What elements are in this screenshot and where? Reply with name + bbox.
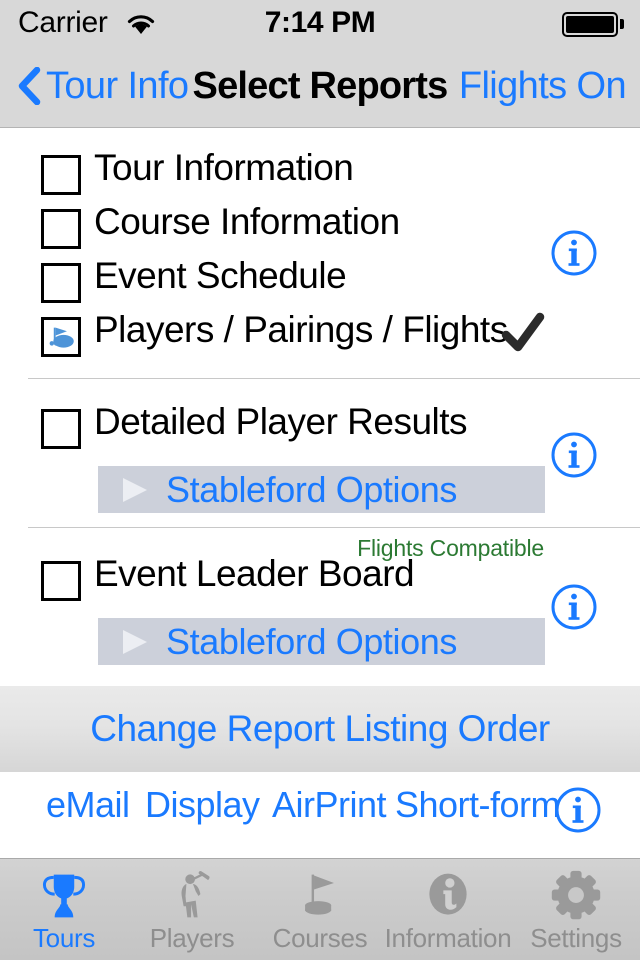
- report-row-event-schedule[interactable]: Event Schedule: [0, 255, 640, 313]
- info-circle-icon: [421, 867, 475, 925]
- clock-label: 7:14 PM: [264, 6, 376, 39]
- report-list: Tour Information Course Information Even…: [0, 129, 640, 689]
- battery-full-icon: [562, 12, 618, 37]
- nav-bar: Tour Info Select Reports Flights On: [0, 44, 640, 128]
- golfer-icon: [165, 867, 219, 925]
- app-screen: Carrier 7:14 PM Tour Info Select Reports…: [0, 0, 640, 960]
- report-label: Players / Pairings / Flights: [94, 309, 508, 350]
- flag-green-icon: [293, 867, 347, 925]
- checkbox-event-schedule[interactable]: [41, 263, 81, 303]
- airprint-button[interactable]: AirPrint: [272, 784, 387, 826]
- checkbox-detailed-player-results[interactable]: [41, 409, 81, 449]
- tab-information[interactable]: Information: [384, 859, 512, 960]
- section-separator-1: [28, 378, 640, 379]
- report-label: Course Information: [94, 201, 400, 242]
- tab-label: Information: [384, 923, 512, 953]
- report-row-event-leader-board[interactable]: Event Leader Board: [0, 553, 640, 611]
- golf-course-icon: [49, 327, 74, 348]
- stableford-options-button-1[interactable]: Stableford Options: [98, 466, 545, 513]
- checkbox-event-leader-board[interactable]: [41, 561, 81, 601]
- section-separator-2: [28, 527, 640, 528]
- tab-settings[interactable]: Settings: [512, 859, 640, 960]
- info-button-detailed-player-results[interactable]: [550, 431, 598, 479]
- change-report-listing-order-button[interactable]: Change Report Listing Order: [0, 686, 640, 772]
- tab-tours[interactable]: Tours: [0, 859, 128, 960]
- short-form-button[interactable]: Short-form: [395, 784, 561, 826]
- checkbox-course-information[interactable]: [41, 209, 81, 249]
- report-row-tour-information[interactable]: Tour Information: [0, 147, 640, 205]
- tab-courses[interactable]: Courses: [256, 859, 384, 960]
- tab-label: Players: [149, 923, 235, 953]
- report-label: Tour Information: [94, 147, 354, 188]
- gear-icon: [549, 867, 603, 925]
- triangle-right-icon: [123, 478, 147, 502]
- report-row-detailed-player-results[interactable]: Detailed Player Results: [0, 401, 640, 459]
- stableford-options-button-2[interactable]: Stableford Options: [98, 618, 545, 665]
- report-label: Event Leader Board: [94, 553, 415, 594]
- checkbox-players-pairings-flights[interactable]: [41, 317, 81, 357]
- report-row-players-pairings-flights[interactable]: Players / Pairings / Flights: [0, 309, 640, 367]
- stableford-options-label: Stableford Options: [166, 621, 457, 662]
- email-button[interactable]: eMail: [46, 784, 130, 826]
- tab-label: Courses: [272, 923, 368, 953]
- tab-players[interactable]: Players: [128, 859, 256, 960]
- display-button[interactable]: Display: [145, 784, 260, 826]
- info-button-event-leader-board[interactable]: [550, 583, 598, 631]
- stableford-options-label: Stableford Options: [166, 469, 457, 510]
- report-label: Detailed Player Results: [94, 401, 468, 442]
- report-row-course-information[interactable]: Course Information: [0, 201, 640, 259]
- flights-toggle-button[interactable]: Flights On: [459, 58, 627, 114]
- trophy-icon: [37, 867, 91, 925]
- checkmark-icon: [501, 312, 545, 352]
- tab-label: Settings: [530, 923, 622, 953]
- info-button-section-one[interactable]: [550, 229, 598, 277]
- action-row: eMail Display AirPrint Short-form: [0, 772, 640, 856]
- tab-bar: Tours Players Courses Information Settin…: [0, 858, 640, 960]
- battery-nub-icon: [620, 19, 624, 29]
- change-order-label: Change Report Listing Order: [90, 708, 550, 749]
- status-bar: Carrier 7:14 PM: [0, 0, 640, 44]
- report-label: Event Schedule: [94, 255, 347, 296]
- info-button-actions[interactable]: [554, 786, 602, 834]
- tab-label: Tours: [32, 923, 96, 953]
- triangle-right-icon: [123, 630, 147, 654]
- checkbox-tour-information[interactable]: [41, 155, 81, 195]
